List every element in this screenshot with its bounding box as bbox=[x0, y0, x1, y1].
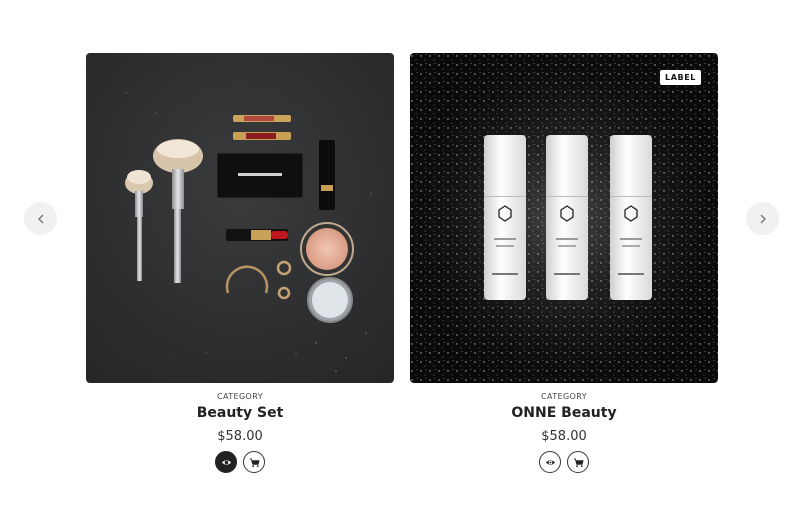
eye-icon bbox=[545, 459, 555, 465]
quick-view-button[interactable] bbox=[215, 451, 237, 473]
add-to-cart-button[interactable] bbox=[243, 451, 265, 473]
product-card[interactable]: LABEL CATEGORY ONNE Beauty $58.00 bbox=[410, 53, 718, 473]
product-carousel: CATEGORY Beauty Set $58.00 LABEL CATEGOR… bbox=[0, 0, 800, 507]
add-to-cart-button[interactable] bbox=[567, 451, 589, 473]
quick-view-button[interactable] bbox=[539, 451, 561, 473]
cart-icon bbox=[249, 457, 260, 467]
makeup-flatlay-image bbox=[86, 53, 394, 383]
product-price: $58.00 bbox=[541, 429, 587, 444]
product-card[interactable]: CATEGORY Beauty Set $58.00 bbox=[86, 53, 394, 473]
product-price: $58.00 bbox=[217, 429, 263, 444]
carousel-prev-button[interactable] bbox=[24, 202, 57, 235]
product-image-makeup[interactable] bbox=[86, 53, 394, 383]
chevron-right-icon bbox=[760, 214, 766, 223]
product-title[interactable]: ONNE Beauty bbox=[410, 405, 718, 421]
product-title[interactable]: Beauty Set bbox=[86, 405, 394, 421]
product-label-badge: LABEL bbox=[660, 70, 701, 85]
product-category: CATEGORY bbox=[216, 392, 263, 401]
cart-icon bbox=[573, 457, 584, 467]
chevron-left-icon bbox=[37, 214, 43, 223]
product-image-onne[interactable]: LABEL bbox=[410, 53, 718, 383]
eye-icon bbox=[221, 459, 231, 465]
carousel-next-button[interactable] bbox=[746, 202, 779, 235]
onne-bottles-image bbox=[410, 53, 718, 383]
product-category: CATEGORY bbox=[540, 392, 587, 401]
